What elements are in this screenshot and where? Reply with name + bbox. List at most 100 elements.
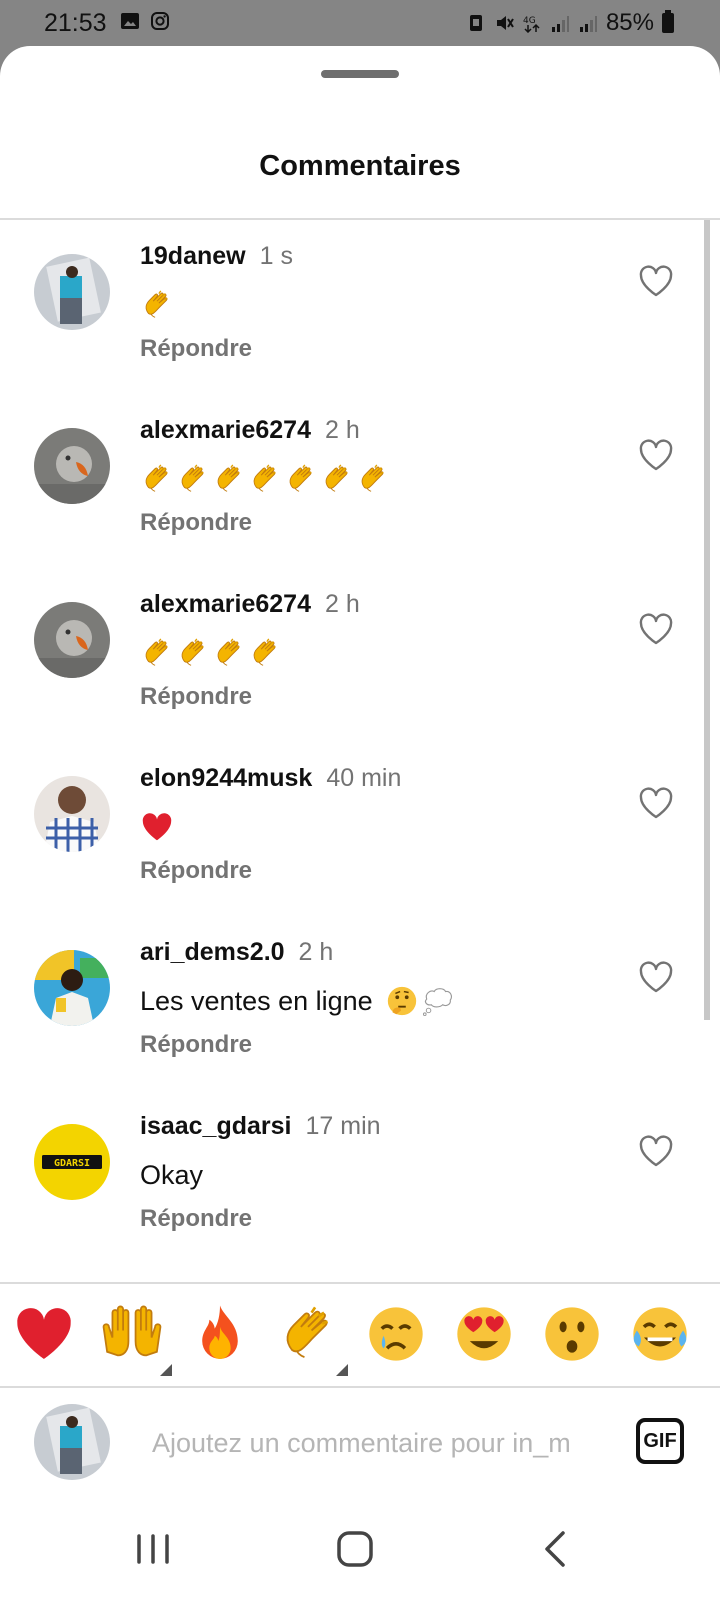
- clap-emoji-icon: [356, 462, 390, 496]
- comment-body: elon9244musk 40 min Répondre: [140, 764, 610, 885]
- clap-emoji-icon: [248, 462, 282, 496]
- crying-emoji-icon: [369, 1307, 423, 1361]
- comment-item: ari_dems2.0 2 h Les ventes en ligne Répondr…: [0, 916, 700, 1090]
- comment-username[interactable]: elon9244musk: [140, 764, 312, 792]
- svg-text:GDARSI: GDARSI: [54, 1158, 90, 1169]
- heart-emoji-icon: [17, 1308, 71, 1359]
- scrollbar[interactable]: [704, 220, 710, 1020]
- signal-icon: [551, 16, 569, 32]
- avatar[interactable]: [34, 254, 110, 330]
- reply-button[interactable]: Répondre: [140, 857, 610, 885]
- comment-username[interactable]: ari_dems2.0: [140, 938, 285, 966]
- like-heart-icon[interactable]: [638, 438, 674, 472]
- comment-timestamp: 1 s: [259, 242, 293, 270]
- 4g-icon: 4G: [523, 16, 540, 33]
- clap-emoji-icon: [286, 1306, 328, 1358]
- clap-emoji-icon: [140, 636, 174, 670]
- comment-body: isaac_gdarsi 17 min Okay Répondre: [140, 1112, 610, 1233]
- recent-apps-icon[interactable]: [128, 1524, 178, 1574]
- avatar[interactable]: [34, 602, 110, 678]
- clap-emoji-icon: [320, 462, 354, 496]
- tears-of-joy-emoji-icon: [633, 1307, 687, 1361]
- like-heart-icon[interactable]: [638, 786, 674, 820]
- alarm-icon: [469, 15, 482, 31]
- clap-reaction-button[interactable]: [276, 1302, 340, 1366]
- comment-timestamp: 40 min: [326, 764, 402, 792]
- avatar[interactable]: [34, 950, 110, 1026]
- reply-button[interactable]: Répondre: [140, 683, 610, 711]
- avatar[interactable]: GDARSI: [34, 1124, 110, 1200]
- comment-timestamp: 2 h: [298, 938, 334, 966]
- clap-emoji-icon: [212, 636, 246, 670]
- avatar[interactable]: [34, 428, 110, 504]
- like-heart-icon[interactable]: [638, 1134, 674, 1168]
- comment-username[interactable]: 19danew: [140, 242, 246, 270]
- comment-item: GDARSI isaac_gdarsi 17 min Okay Répondre: [0, 1090, 700, 1264]
- like-heart-icon[interactable]: [638, 264, 674, 298]
- battery-percent: 85%: [605, 9, 654, 36]
- like-heart-icon[interactable]: [638, 612, 674, 646]
- avatar: [34, 1404, 110, 1480]
- clap-emoji-icon: [248, 636, 282, 670]
- quick-reactions-bar: [0, 1284, 720, 1388]
- heart-eyes-emoji-icon: [457, 1307, 511, 1361]
- comment-item: 19danew 1 s Répondre: [0, 220, 700, 394]
- svg-text:4G: 4G: [523, 16, 536, 26]
- heart-emoji-icon: [140, 810, 174, 844]
- tears-of-joy-reaction-button[interactable]: [628, 1302, 692, 1366]
- heart-reaction-button[interactable]: [12, 1302, 76, 1366]
- clap-emoji-icon: [176, 636, 210, 670]
- home-icon[interactable]: [330, 1524, 380, 1574]
- comment-username[interactable]: isaac_gdarsi: [140, 1112, 292, 1140]
- comment-text: [140, 459, 610, 499]
- comment-text: Les ventes en ligne: [140, 981, 610, 1021]
- comment-text: [140, 285, 610, 325]
- clap-emoji-icon: [176, 462, 210, 496]
- gif-button[interactable]: GIF: [636, 1418, 684, 1464]
- reply-button[interactable]: Répondre: [140, 509, 610, 537]
- avatar[interactable]: [34, 776, 110, 852]
- raising-hands-emoji-icon: [102, 1305, 162, 1357]
- comment-text-content: Les ventes en ligne: [140, 985, 373, 1016]
- comment-timestamp: 2 h: [324, 416, 360, 444]
- status-bar: 21:53 4G 85%: [0, 0, 720, 46]
- comment-composer: GIF: [0, 1388, 720, 1500]
- clap-emoji-icon: [284, 462, 318, 496]
- reply-button[interactable]: Répondre: [140, 1031, 610, 1059]
- comment-body: alexmarie6274 2 h Répondre: [140, 416, 610, 537]
- like-heart-icon[interactable]: [638, 960, 674, 994]
- comment-item: alexmarie6274 2 h Répondre: [0, 394, 700, 568]
- system-nav-bar: [0, 1500, 720, 1600]
- thinking-emoji-icon: [385, 984, 419, 1018]
- instagram-icon: [151, 12, 169, 30]
- gallery-icon: [121, 13, 139, 29]
- comment-input[interactable]: [152, 1418, 602, 1468]
- reply-button[interactable]: Répondre: [140, 1205, 610, 1233]
- back-icon[interactable]: [532, 1524, 582, 1574]
- skin-tone-caret-icon[interactable]: [160, 1364, 172, 1376]
- comment-item: elon9244musk 40 min Répondre: [0, 742, 700, 916]
- comment-text-content: Okay: [140, 1159, 204, 1190]
- surprised-reaction-button[interactable]: [540, 1302, 604, 1366]
- page-title: Commentaires: [259, 150, 461, 182]
- crying-reaction-button[interactable]: [364, 1302, 428, 1366]
- surprised-emoji-icon: [545, 1307, 599, 1361]
- comment-username[interactable]: alexmarie6274: [140, 416, 311, 444]
- comment-text: Okay: [140, 1155, 610, 1195]
- raising-hands-reaction-button[interactable]: [100, 1302, 164, 1366]
- comments-sheet: Commentaires 19danew 1 s Répondre alexmarie…: [0, 46, 720, 1600]
- drag-handle[interactable]: [321, 70, 399, 78]
- comment-body: ari_dems2.0 2 h Les ventes en ligne Répondr…: [140, 938, 610, 1059]
- comment-text: [140, 633, 610, 673]
- status-time: 21:53: [44, 9, 107, 37]
- comment-body: alexmarie6274 2 h Répondre: [140, 590, 610, 711]
- clap-emoji-icon: [140, 462, 174, 496]
- clap-emoji-icon: [212, 462, 246, 496]
- heart-eyes-reaction-button[interactable]: [452, 1302, 516, 1366]
- fire-emoji-icon: [202, 1305, 238, 1359]
- comment-username[interactable]: alexmarie6274: [140, 590, 311, 618]
- skin-tone-caret-icon[interactable]: [336, 1364, 348, 1376]
- clap-emoji-icon: [140, 288, 174, 322]
- fire-reaction-button[interactable]: [188, 1302, 252, 1366]
- reply-button[interactable]: Répondre: [140, 335, 610, 363]
